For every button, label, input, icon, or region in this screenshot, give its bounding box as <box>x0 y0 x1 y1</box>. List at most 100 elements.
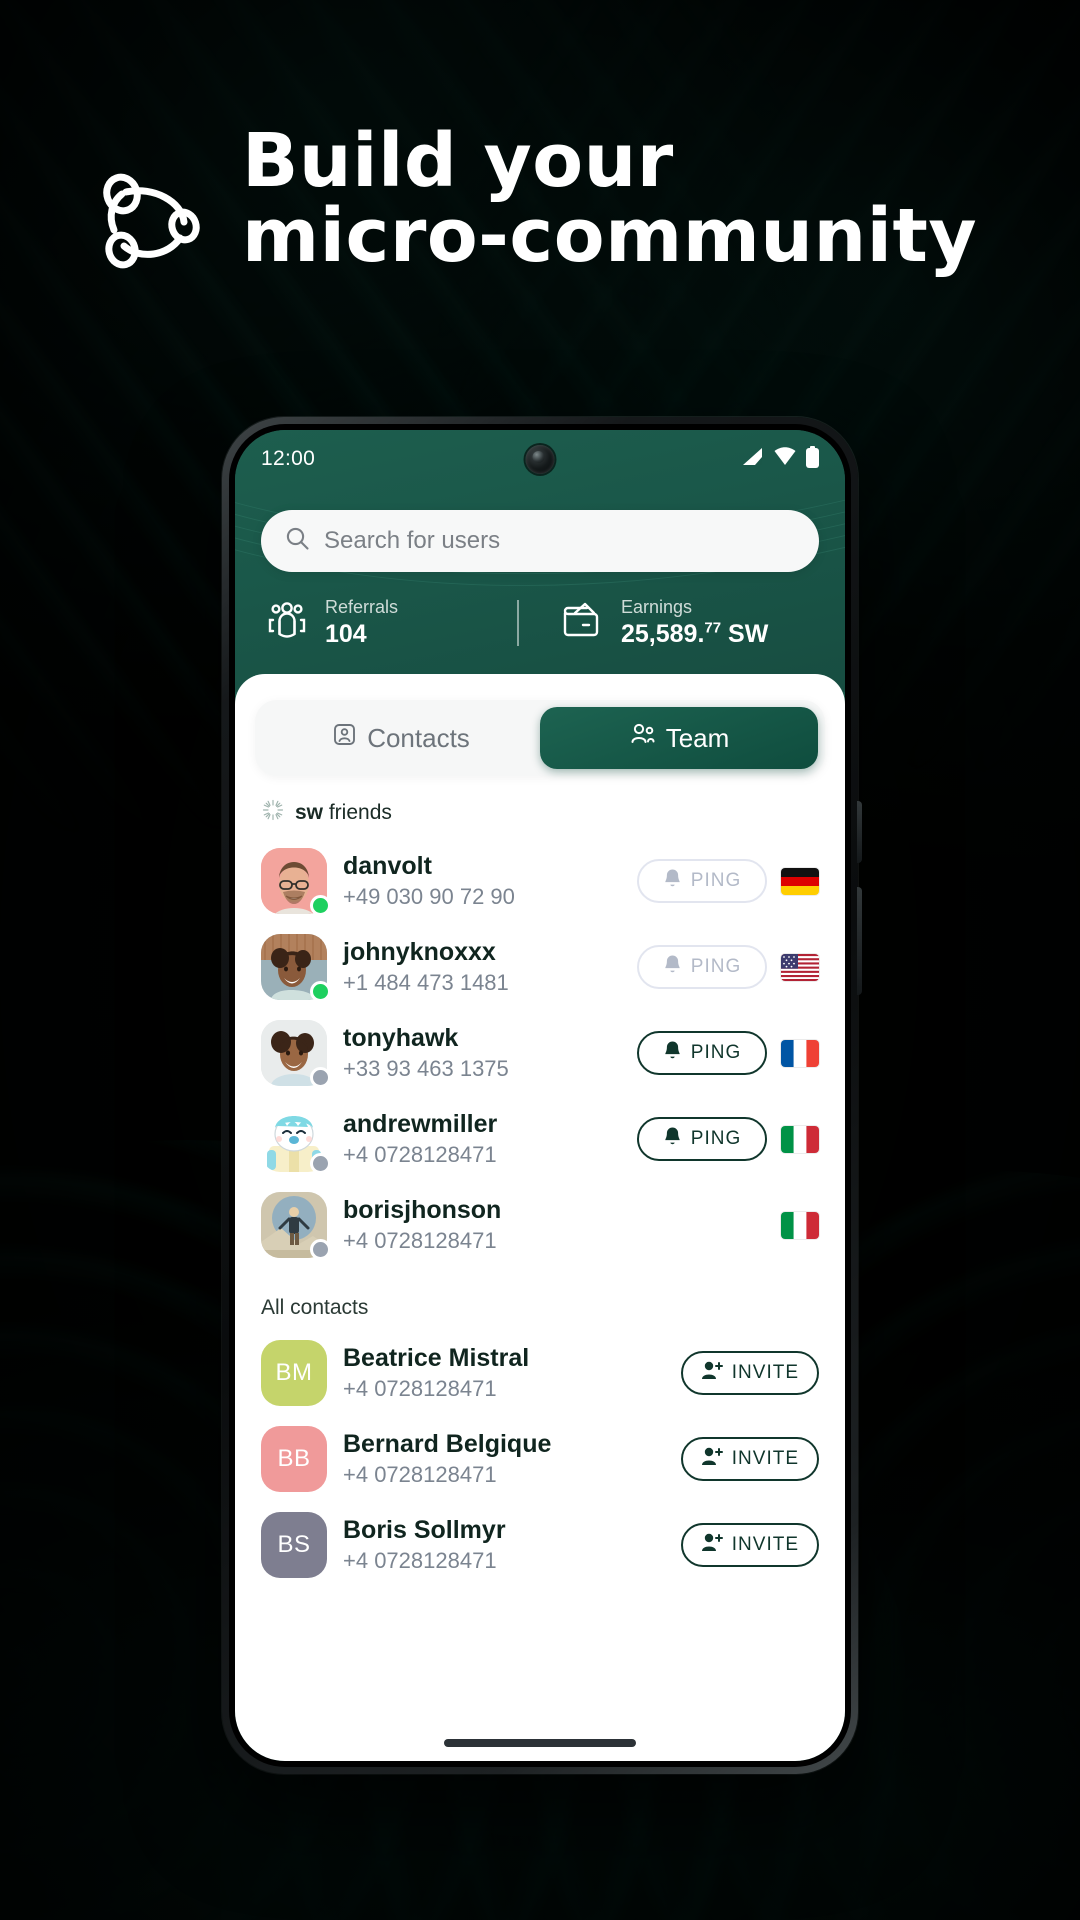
flag-us <box>781 953 819 981</box>
contact-name: Beatrice Mistral <box>343 1343 530 1372</box>
list-item[interactable]: BS Boris Sollmyr +4 0728128471 INVITE <box>257 1502 823 1588</box>
avatar <box>261 934 331 1002</box>
stat-referrals-label: Referrals <box>325 597 399 617</box>
section-title-friends: friends <box>323 801 392 824</box>
row-actions: PING <box>637 1117 819 1161</box>
referrals-icon <box>265 600 309 645</box>
invite-label: INVITE <box>731 1534 799 1555</box>
contact-name: borisjhonson <box>343 1195 502 1224</box>
ping-label: PING <box>690 870 742 891</box>
avatar <box>261 848 331 916</box>
avatar-initials-text: BB <box>277 1445 311 1472</box>
hero-headline-line2: micro-community <box>242 193 978 280</box>
contact-name: tonyhawk <box>343 1023 459 1052</box>
list-item-text: tonyhawk +33 93 463 1375 <box>343 1023 637 1084</box>
tab-bar: Contacts Team <box>255 700 825 776</box>
list-item[interactable]: johnyknoxxx +1 484 473 1481 PING <box>257 924 823 1010</box>
list-item-text: andrewmiller +4 0728128471 <box>343 1109 637 1170</box>
search-section: Search for users <box>235 488 845 572</box>
status-icons <box>742 445 819 473</box>
hero-headline: Build your micro-community <box>242 123 978 280</box>
invite-button[interactable]: INVITE <box>680 1437 819 1481</box>
avatar <box>261 1192 331 1260</box>
avatar: BB <box>261 1426 327 1492</box>
avatar-initials-text: BM <box>275 1359 313 1386</box>
list-item-text: Boris Sollmyr +4 0728128471 <box>343 1515 681 1576</box>
list-item-text: Bernard Belgique +4 0728128471 <box>343 1429 681 1490</box>
presence-badge <box>310 981 331 1002</box>
invite-label: INVITE <box>731 1448 799 1469</box>
bell-icon <box>663 954 682 981</box>
avatar: BM <box>261 1340 327 1406</box>
tab-contacts[interactable]: Contacts <box>262 707 540 769</box>
list-item-text: Beatrice Mistral +4 0728128471 <box>343 1343 681 1404</box>
row-actions: PING <box>637 1031 819 1075</box>
signal-icon <box>742 447 764 471</box>
bell-icon <box>663 1126 682 1153</box>
ping-button[interactable]: PING <box>637 1117 767 1161</box>
flag-it <box>781 1211 819 1239</box>
add-person-icon <box>701 1360 723 1386</box>
contact-name: Bernard Belgique <box>343 1429 552 1458</box>
contact-phone: +4 0728128471 <box>343 1141 497 1167</box>
content-sheet: Contacts Team sw friends danvolt +49 030… <box>235 674 845 1761</box>
invite-button[interactable]: INVITE <box>680 1351 819 1395</box>
avatar <box>261 1020 331 1088</box>
list-item[interactable]: BM Beatrice Mistral +4 0728128471 INVITE <box>257 1330 823 1416</box>
contact-phone: +4 0728128471 <box>343 1547 497 1573</box>
presence-badge <box>310 1153 331 1174</box>
list-item[interactable]: tonyhawk +33 93 463 1375 PING <box>257 1010 823 1096</box>
people-icon <box>629 722 656 754</box>
battery-icon <box>806 445 819 473</box>
section-header-all-contacts: All contacts <box>257 1268 823 1330</box>
bell-icon <box>663 1040 682 1067</box>
list-item[interactable]: BB Bernard Belgique +4 0728128471 INVITE <box>257 1416 823 1502</box>
phone-bezel: 12:00 Search for users Referrals 104 Ear… <box>229 424 851 1767</box>
row-actions: INVITE <box>680 1523 819 1567</box>
row-actions: INVITE <box>680 1437 819 1481</box>
presence-badge <box>310 1067 331 1088</box>
flag-fr <box>781 1039 819 1067</box>
hero-banner: Build your micro-community <box>0 123 1080 280</box>
section-title-all-contacts: All contacts <box>261 1296 369 1319</box>
phone-power-button <box>857 801 862 863</box>
avatar-initials: BS <box>261 1512 327 1578</box>
contact-phone: +4 0728128471 <box>343 1461 497 1487</box>
flag-it <box>781 1125 819 1153</box>
search-icon <box>285 526 310 556</box>
list-item-text: danvolt +49 030 90 72 90 <box>343 851 637 912</box>
list-item-text: borisjhonson +4 0728128471 <box>343 1195 781 1256</box>
flag-de <box>781 867 819 895</box>
stats-divider <box>517 599 519 646</box>
avatar <box>261 1106 331 1174</box>
contact-name: johnyknoxxx <box>343 937 496 966</box>
invite-label: INVITE <box>731 1362 799 1383</box>
stat-referrals[interactable]: Referrals 104 <box>261 596 511 650</box>
stat-earnings-currency: SW <box>721 619 769 648</box>
contact-name: danvolt <box>343 851 432 880</box>
tab-team[interactable]: Team <box>540 707 818 769</box>
stat-earnings-value: 25,589.77 SW <box>621 619 769 648</box>
ping-button[interactable]: PING <box>637 859 767 903</box>
search-bar[interactable]: Search for users <box>261 510 819 572</box>
contact-phone: +4 0728128471 <box>343 1375 497 1401</box>
contact-name: Boris Sollmyr <box>343 1515 506 1544</box>
home-indicator[interactable] <box>444 1739 636 1747</box>
stat-earnings[interactable]: Earnings 25,589.77 SW <box>525 596 768 650</box>
list-item[interactable]: borisjhonson +4 0728128471 <box>257 1182 823 1268</box>
invite-button[interactable]: INVITE <box>680 1523 819 1567</box>
tab-team-label: Team <box>665 722 730 753</box>
add-person-icon <box>701 1446 723 1472</box>
sw-spinner-icon <box>261 798 285 828</box>
presence-badge <box>310 1239 331 1260</box>
list-item[interactable]: andrewmiller +4 0728128471 PING <box>257 1096 823 1182</box>
list-item[interactable]: danvolt +49 030 90 72 90 PING <box>257 838 823 924</box>
ping-label: PING <box>690 1128 742 1149</box>
contact-phone: +33 93 463 1375 <box>343 1055 509 1081</box>
search-input[interactable]: Search for users <box>324 527 500 555</box>
avatar-initials: BM <box>261 1340 327 1406</box>
status-clock: 12:00 <box>261 447 316 470</box>
ping-button[interactable]: PING <box>637 1031 767 1075</box>
community-network-icon <box>96 164 204 272</box>
ping-button[interactable]: PING <box>637 945 767 989</box>
